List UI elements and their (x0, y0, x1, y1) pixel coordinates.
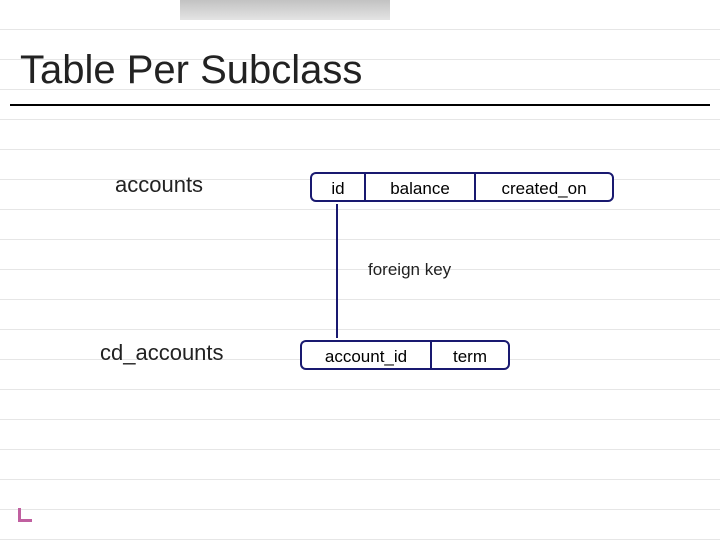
table-label-cd-accounts: cd_accounts (100, 340, 224, 366)
column-cd-accounts-account-id: account_id (300, 340, 430, 370)
foreign-key-connector (336, 204, 338, 338)
foreign-key-label: foreign key (368, 260, 451, 280)
column-accounts-created-on: created_on (474, 172, 614, 202)
slide-title: Table Per Subclass (20, 48, 362, 93)
column-accounts-balance: balance (364, 172, 474, 202)
header-tab-decoration (180, 0, 390, 20)
title-underline (10, 104, 710, 106)
column-accounts-id: id (310, 172, 364, 202)
corner-accent-icon (18, 508, 32, 522)
column-cd-accounts-term: term (430, 340, 510, 370)
table-label-accounts: accounts (115, 172, 203, 198)
